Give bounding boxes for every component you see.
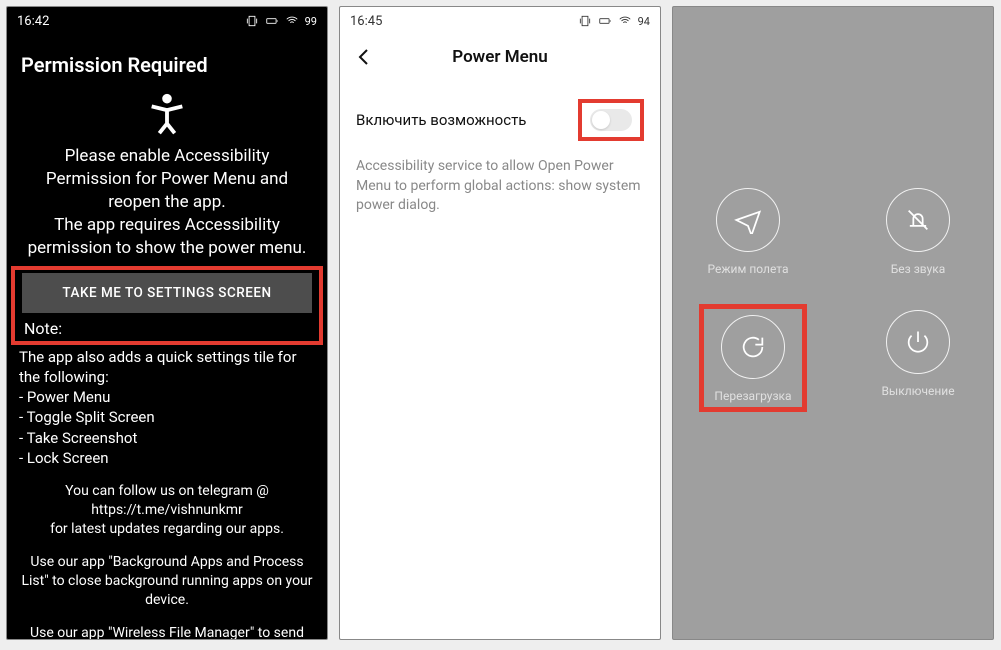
vibrate-icon xyxy=(578,14,592,28)
promo-2: Use our app "Wireless File Manager" to s… xyxy=(19,624,315,640)
chevron-left-icon xyxy=(352,45,376,69)
highlight-settings-button: TAKE ME TO SETTINGS SCREEN Note: xyxy=(11,266,323,345)
permission-message: Please enable Accessibility Permission f… xyxy=(11,145,323,260)
wifi-icon xyxy=(618,14,632,28)
battery-level: 94 xyxy=(638,15,650,28)
tile-item: - Toggle Split Screen xyxy=(19,407,315,427)
screen-power-menu-settings: 16:45 94 Power Menu Включить возможность… xyxy=(339,6,661,640)
power-item-restart[interactable]: Перезагрузка xyxy=(708,315,798,403)
status-time: 16:45 xyxy=(350,14,382,29)
wifi-icon xyxy=(285,14,299,28)
promo-1: Use our app "Background Apps and Process… xyxy=(19,553,315,610)
power-grid: Режим полета Без звука Перезагрузка Выкл… xyxy=(703,188,963,408)
accessibility-toggle[interactable] xyxy=(590,109,632,131)
power-item-label: Перезагрузка xyxy=(708,389,798,403)
restart-icon xyxy=(721,315,785,379)
battery-level: 99 xyxy=(305,15,317,28)
settings-header: Power Menu xyxy=(340,35,660,79)
status-bar: 16:42 99 xyxy=(7,7,327,35)
vibrate-icon xyxy=(245,14,259,28)
toggle-description: Accessibility service to allow Open Powe… xyxy=(340,153,660,220)
battery-icon xyxy=(265,14,279,28)
airplane-icon xyxy=(716,188,780,252)
tile-item: - Lock Screen xyxy=(19,448,315,468)
bell-off-icon xyxy=(886,188,950,252)
page-title: Permission Required xyxy=(7,35,327,85)
power-item-label: Режим полета xyxy=(703,262,793,276)
screen-power-overlay: Режим полета Без звука Перезагрузка Выкл… xyxy=(672,6,994,640)
take-me-to-settings-button[interactable]: TAKE ME TO SETTINGS SCREEN xyxy=(22,273,312,313)
accessibility-icon xyxy=(144,91,190,137)
toggle-label: Включить возможность xyxy=(356,111,526,129)
power-item-label: Выключение xyxy=(873,384,963,398)
status-icons: 99 xyxy=(245,14,317,28)
note-label: Note: xyxy=(18,319,316,338)
highlight-restart: Перезагрузка xyxy=(699,304,807,412)
power-item-silent[interactable]: Без звука xyxy=(873,188,963,276)
status-time: 16:42 xyxy=(17,14,49,29)
tile-item: - Take Screenshot xyxy=(19,428,315,448)
note-body: The app also adds a quick settings tile … xyxy=(19,347,315,388)
power-item-airplane[interactable]: Режим полета xyxy=(703,188,793,276)
power-icon xyxy=(886,310,950,374)
permission-rest: The app also adds a quick settings tile … xyxy=(7,345,327,640)
follow-text: You can follow us on telegram @ https://… xyxy=(19,482,315,539)
power-item-label: Без звука xyxy=(873,262,963,276)
highlight-toggle xyxy=(578,99,644,141)
tile-item: - Power Menu xyxy=(19,387,315,407)
battery-icon xyxy=(598,14,612,28)
back-button[interactable] xyxy=(352,45,376,69)
settings-title: Power Menu xyxy=(452,47,547,67)
toggle-row: Включить возможность xyxy=(340,79,660,153)
power-item-poweroff[interactable]: Выключение xyxy=(873,310,963,408)
status-bar: 16:45 94 xyxy=(340,7,660,35)
status-icons: 94 xyxy=(578,14,650,28)
screen-permission-required: 16:42 99 Permission Required Please enab… xyxy=(6,6,328,640)
permission-body: Please enable Accessibility Permission f… xyxy=(7,91,327,345)
